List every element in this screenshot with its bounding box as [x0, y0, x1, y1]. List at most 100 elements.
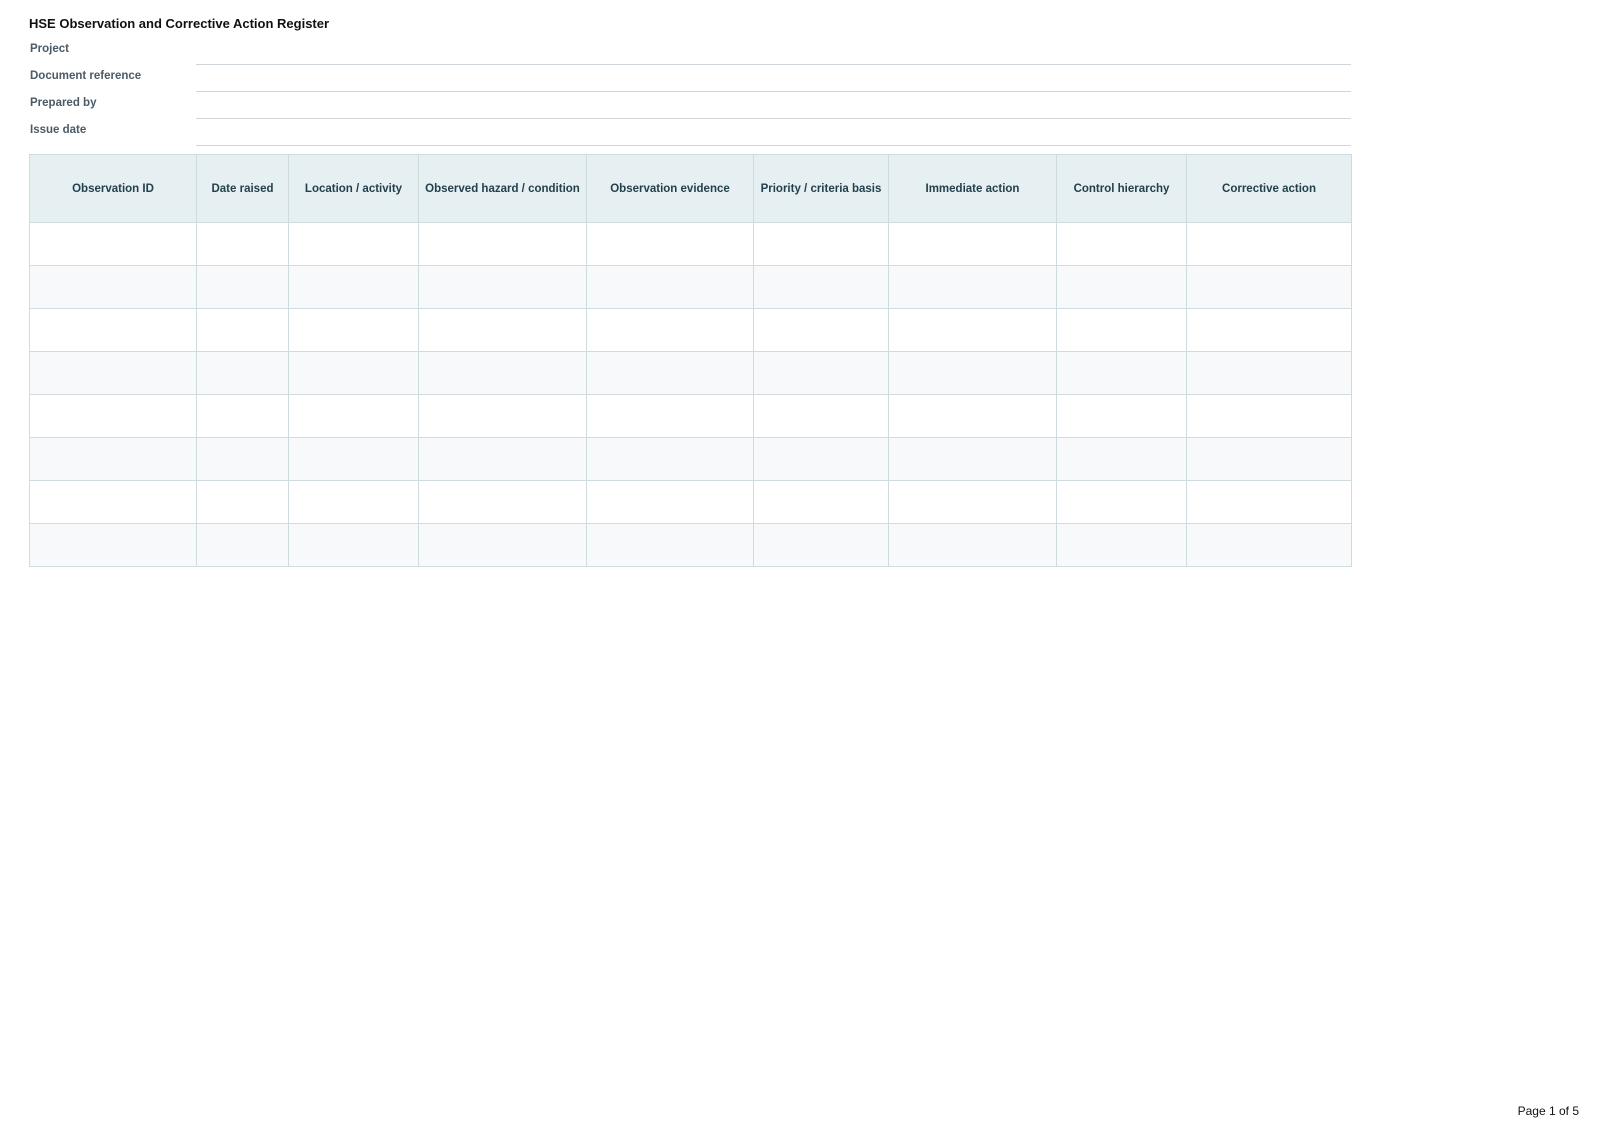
table-cell[interactable] [196, 351, 289, 395]
table-cell[interactable] [196, 523, 289, 567]
table-cell[interactable] [1186, 437, 1352, 481]
table-cell[interactable] [196, 394, 289, 438]
column-header-observed-hazard: Observed hazard / condition [418, 154, 587, 223]
table-cell[interactable] [1056, 308, 1187, 352]
table-cell[interactable] [29, 265, 197, 309]
table-cell[interactable] [586, 523, 754, 567]
table-cell[interactable] [753, 265, 889, 309]
document-title: HSE Observation and Corrective Action Re… [29, 16, 330, 31]
table-cell[interactable] [288, 265, 419, 309]
issue-date-field[interactable] [196, 119, 1351, 146]
table-cell[interactable] [586, 394, 754, 438]
table-cell[interactable] [29, 351, 197, 395]
table-cell[interactable] [29, 437, 197, 481]
table-cell[interactable] [196, 480, 289, 524]
table-cell[interactable] [888, 437, 1057, 481]
table-row [29, 394, 1352, 438]
table-cell[interactable] [753, 308, 889, 352]
table-row [29, 523, 1352, 567]
table-cell[interactable] [1056, 222, 1187, 266]
table-cell[interactable] [288, 523, 419, 567]
table-cell[interactable] [418, 480, 587, 524]
table-cell[interactable] [1186, 308, 1352, 352]
table-cell[interactable] [196, 222, 289, 266]
document-page: HSE Observation and Corrective Action Re… [0, 0, 1600, 1132]
table-cell[interactable] [888, 265, 1057, 309]
meta-label-project: Project [30, 43, 69, 55]
table-cell[interactable] [29, 308, 197, 352]
table-cell[interactable] [196, 437, 289, 481]
observation-register-table: Observation ID Date raised Location / ac… [29, 154, 1352, 567]
table-cell[interactable] [288, 437, 419, 481]
table-cell[interactable] [753, 394, 889, 438]
meta-row-document-reference: Document reference [29, 65, 1351, 92]
column-header-control-hierarchy: Control hierarchy [1056, 154, 1187, 223]
table-cell[interactable] [29, 394, 197, 438]
table-cell[interactable] [753, 351, 889, 395]
table-row [29, 437, 1352, 481]
meta-label-document-reference: Document reference [30, 70, 142, 82]
table-cell[interactable] [1186, 394, 1352, 438]
table-header-row: Observation ID Date raised Location / ac… [29, 154, 1352, 223]
table-cell[interactable] [888, 523, 1057, 567]
table-cell[interactable] [1186, 351, 1352, 395]
table-cell[interactable] [418, 523, 587, 567]
column-header-immediate-action: Immediate action [888, 154, 1057, 223]
table-cell[interactable] [1056, 437, 1187, 481]
table-cell[interactable] [888, 394, 1057, 438]
table-cell[interactable] [753, 437, 889, 481]
table-cell[interactable] [1056, 480, 1187, 524]
page-indicator: Page 1 of 5 [1517, 1104, 1579, 1118]
table-cell[interactable] [288, 222, 419, 266]
table-cell[interactable] [1056, 351, 1187, 395]
table-cell[interactable] [418, 394, 587, 438]
table-cell[interactable] [888, 222, 1057, 266]
table-cell[interactable] [418, 265, 587, 309]
meta-label-prepared-by: Prepared by [30, 97, 97, 109]
document-reference-field[interactable] [196, 65, 1351, 92]
project-field[interactable] [196, 38, 1351, 65]
table-cell[interactable] [29, 523, 197, 567]
meta-row-issue-date: Issue date [29, 119, 1351, 146]
table-cell[interactable] [196, 265, 289, 309]
table-cell[interactable] [586, 265, 754, 309]
table-cell[interactable] [288, 351, 419, 395]
table-cell[interactable] [888, 308, 1057, 352]
table-cell[interactable] [418, 222, 587, 266]
table-cell[interactable] [753, 222, 889, 266]
table-cell[interactable] [1056, 265, 1187, 309]
table-cell[interactable] [586, 308, 754, 352]
table-cell[interactable] [753, 523, 889, 567]
table-cell[interactable] [1056, 394, 1187, 438]
table-cell[interactable] [888, 351, 1057, 395]
table-cell[interactable] [1186, 265, 1352, 309]
table-cell[interactable] [288, 480, 419, 524]
table-cell[interactable] [586, 351, 754, 395]
table-row [29, 222, 1352, 266]
table-cell[interactable] [586, 480, 754, 524]
table-body [29, 222, 1352, 567]
column-header-corrective-action: Corrective action [1186, 154, 1352, 223]
column-header-location-activity: Location / activity [288, 154, 419, 223]
table-cell[interactable] [288, 308, 419, 352]
meta-row-prepared-by: Prepared by [29, 92, 1351, 119]
table-cell[interactable] [1186, 222, 1352, 266]
table-cell[interactable] [1186, 480, 1352, 524]
prepared-by-field[interactable] [196, 92, 1351, 119]
table-cell[interactable] [288, 394, 419, 438]
table-cell[interactable] [586, 222, 754, 266]
table-cell[interactable] [29, 480, 197, 524]
table-cell[interactable] [586, 437, 754, 481]
table-cell[interactable] [418, 351, 587, 395]
table-cell[interactable] [1186, 523, 1352, 567]
table-row [29, 265, 1352, 309]
table-cell[interactable] [418, 437, 587, 481]
table-cell[interactable] [1056, 523, 1187, 567]
table-cell[interactable] [888, 480, 1057, 524]
column-header-observation-evidence: Observation evidence [586, 154, 754, 223]
table-cell[interactable] [29, 222, 197, 266]
table-row [29, 308, 1352, 352]
table-cell[interactable] [753, 480, 889, 524]
table-cell[interactable] [196, 308, 289, 352]
table-cell[interactable] [418, 308, 587, 352]
